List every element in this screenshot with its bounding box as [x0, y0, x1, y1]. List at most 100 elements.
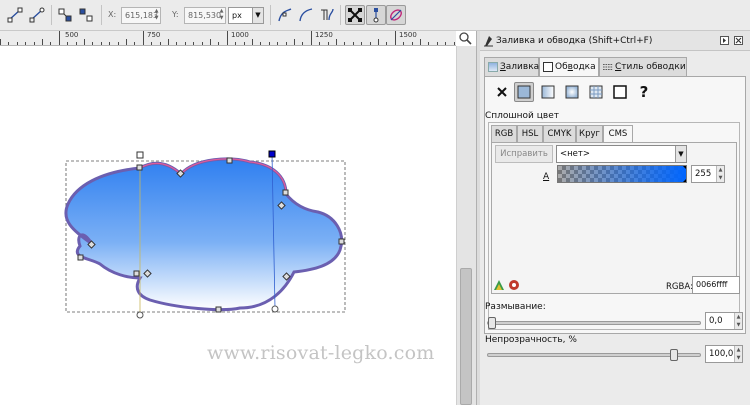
- blur-input[interactable]: 0,0 ▲ ▼: [705, 312, 743, 330]
- y-spinner[interactable]: ▲ ▼: [218, 8, 225, 23]
- node-handle: [133, 270, 140, 277]
- chevron-down-icon[interactable]: ▼: [675, 146, 686, 162]
- object-to-path-icon[interactable]: [317, 5, 337, 25]
- ruler-tick: [142, 31, 144, 45]
- chevron-down-icon[interactable]: ▼: [252, 8, 263, 23]
- tab-cms[interactable]: CMS: [603, 125, 633, 143]
- zoom-icon[interactable]: [457, 31, 475, 46]
- rgba-label: RGBA:: [666, 282, 693, 292]
- x-coordinate-field[interactable]: 615,183 ▲ ▼: [121, 7, 161, 24]
- ruler-tick: [319, 42, 321, 45]
- ruler-tick: [134, 42, 136, 45]
- flat-color-icon[interactable]: [514, 82, 534, 102]
- ruler-tick: [436, 42, 438, 45]
- y-coordinate-field[interactable]: 815,530 ▲ ▼: [184, 7, 226, 24]
- ruler-tick: [92, 42, 94, 45]
- x-spinner[interactable]: ▲ ▼: [153, 8, 160, 23]
- ruler-tick: [336, 39, 337, 45]
- ruler-tick: [403, 42, 405, 45]
- node-handle: [77, 254, 84, 261]
- insert-node-icon[interactable]: [5, 5, 25, 25]
- alpha-slider[interactable]: [557, 165, 687, 183]
- vertical-scrollbar[interactable]: [456, 46, 476, 405]
- opacity-label: Непрозрачность, %: [485, 335, 577, 345]
- opacity-spinner[interactable]: ▲ ▼: [734, 346, 742, 362]
- join-nodes-icon[interactable]: [27, 5, 47, 25]
- blur-value: 0,0: [709, 316, 723, 326]
- pattern-icon[interactable]: [586, 82, 606, 102]
- break-path-icon[interactable]: [76, 5, 96, 25]
- ruler-tick: [344, 42, 346, 45]
- tab-hsl[interactable]: HSL: [517, 125, 543, 142]
- ruler-tick: [100, 42, 102, 45]
- panel-title: Заливка и обводка (Shift+Ctrl+F): [496, 36, 653, 46]
- tab-cmyk[interactable]: CMYK: [543, 125, 576, 142]
- ruler-tick: [285, 42, 287, 45]
- no-paint-icon[interactable]: [492, 82, 512, 102]
- cloud-shape: [64, 157, 343, 312]
- ruler-tick: [277, 42, 279, 45]
- node-handle: [338, 238, 345, 245]
- horizontal-ruler: 500 750 1000 1250 1500: [0, 31, 456, 46]
- ruler-tick: [327, 42, 329, 45]
- linear-gradient-icon[interactable]: [538, 82, 558, 102]
- dock-toggle-icon[interactable]: [720, 36, 729, 45]
- tab-rgb[interactable]: RGB: [491, 125, 517, 142]
- alpha-spinner[interactable]: ▲ ▼: [716, 166, 724, 182]
- ruler-tick: [33, 42, 35, 45]
- scrollbar-thumb[interactable]: [460, 268, 472, 405]
- ruler-tick: [302, 42, 304, 45]
- unset-paint-icon[interactable]: ?: [634, 82, 654, 102]
- ruler-tick: [411, 42, 413, 45]
- node-handle-selected: [268, 150, 276, 158]
- ruler-tick: [168, 39, 169, 45]
- ruler-tick: [159, 42, 161, 45]
- ruler-tick: [117, 42, 119, 45]
- ruler-tick: [235, 42, 237, 45]
- drawing-canvas[interactable]: www.risovat-legko.com: [0, 46, 456, 405]
- swatch-icon[interactable]: [610, 82, 630, 102]
- show-bezier-handles-icon[interactable]: [366, 5, 386, 25]
- ruler-tick: [226, 31, 228, 45]
- ruler-tick: [25, 42, 27, 45]
- node-handle: [136, 164, 143, 171]
- fix-button[interactable]: Исправить: [495, 145, 553, 163]
- ruler-tick: [428, 42, 430, 45]
- ruler-label: 750: [147, 31, 161, 39]
- show-transform-handles-icon[interactable]: [345, 5, 365, 25]
- tab-wheel[interactable]: Круг: [576, 125, 603, 142]
- tab-stroke-style[interactable]: Стиль обводки: [599, 57, 687, 76]
- ruler-tick: [361, 42, 363, 45]
- opacity-value: 100,0: [709, 349, 734, 359]
- flat-color-title: Сплошной цвет: [485, 111, 559, 121]
- blur-spinner[interactable]: ▲ ▼: [734, 313, 742, 329]
- close-icon[interactable]: [734, 36, 743, 45]
- opacity-input[interactable]: 100,0 ▲ ▼: [705, 345, 743, 363]
- ruler-tick: [453, 42, 455, 45]
- radial-gradient-icon[interactable]: [562, 82, 582, 102]
- tab-stroke-paint[interactable]: Обводка: [539, 57, 599, 77]
- opacity-slider[interactable]: [487, 349, 701, 361]
- ruler-tick: [210, 39, 211, 45]
- node-handle: [282, 189, 289, 196]
- path-outline-icon[interactable]: [386, 5, 406, 25]
- ruler-label: 1000: [231, 31, 249, 39]
- path-to-curve-icon[interactable]: [275, 5, 295, 25]
- opacity-slider-knob[interactable]: [670, 349, 678, 361]
- ruler-tick: [193, 42, 195, 45]
- alpha-input[interactable]: 255 ▲ ▼: [691, 165, 725, 183]
- rgba-input[interactable]: 0066ffff: [692, 276, 740, 294]
- ruler-tick: [50, 42, 52, 45]
- tab-fill[interactable]: Заливка: [484, 57, 539, 76]
- x-label: X:: [108, 10, 117, 19]
- blur-slider-knob[interactable]: [488, 317, 496, 329]
- fill-and-stroke-panel: Заливка и обводка (Shift+Ctrl+F) Заливка…: [480, 31, 750, 405]
- watermark-text: www.risovat-legko.com: [207, 342, 435, 364]
- path-segment-icon[interactable]: [296, 5, 316, 25]
- color-profile-select[interactable]: <нет> ▼: [556, 145, 687, 163]
- alpha-label: A: [543, 172, 550, 182]
- unit-select[interactable]: px ▼: [228, 7, 264, 24]
- blur-slider[interactable]: [487, 317, 701, 329]
- ruler-tick: [252, 39, 253, 45]
- join-paths-icon[interactable]: [55, 5, 75, 25]
